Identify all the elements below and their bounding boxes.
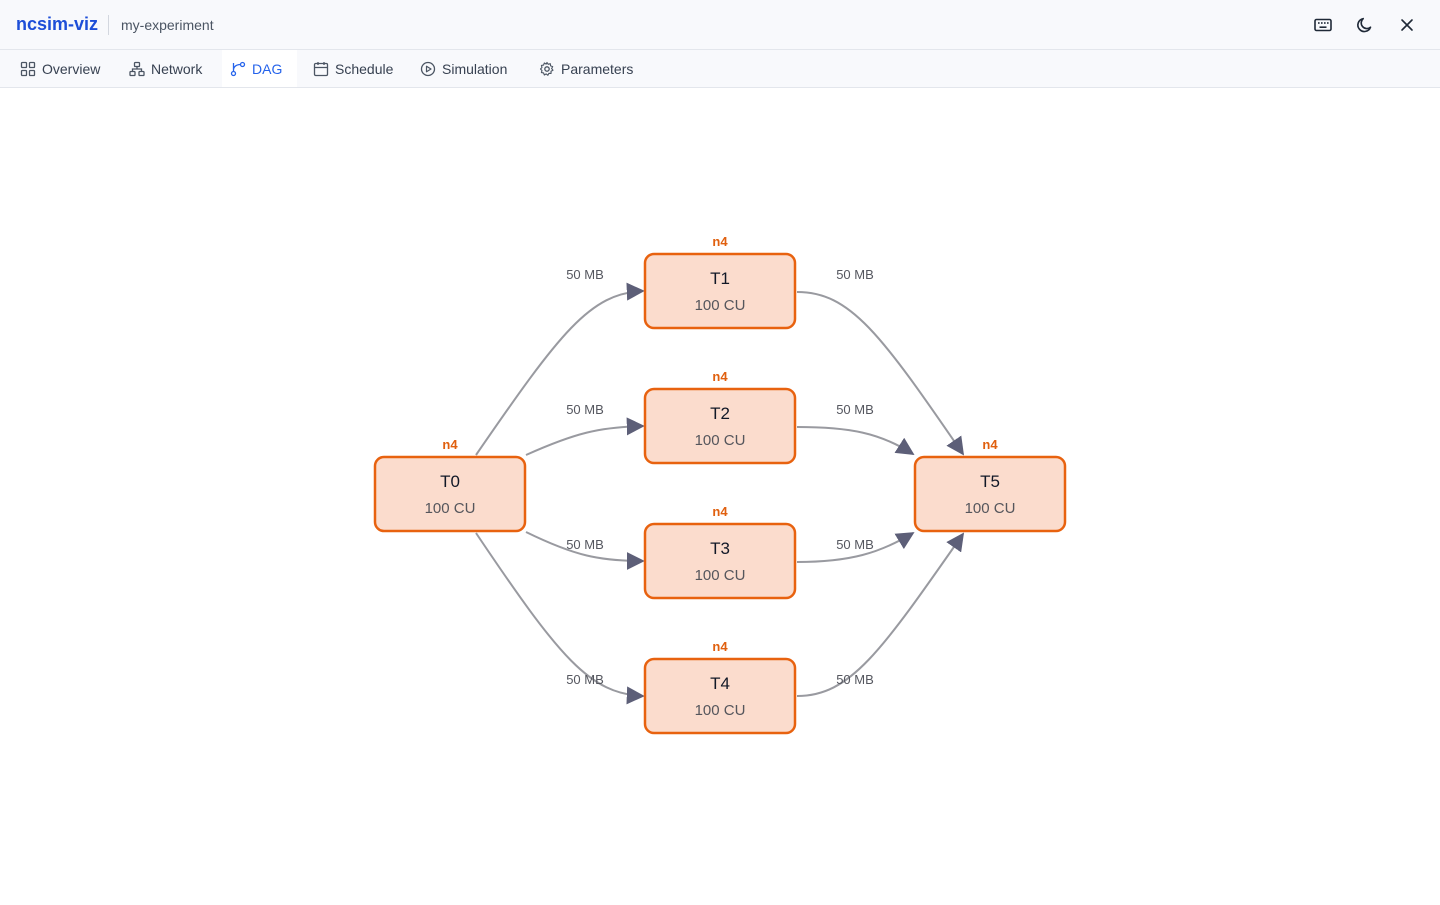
tab-schedule-label: Schedule — [335, 60, 394, 77]
close-icon — [1401, 19, 1413, 31]
edge-label: 50 MB — [836, 267, 874, 282]
header-divider — [108, 15, 109, 35]
dag-node-t1[interactable]: n4 T1 100 CU — [643, 234, 797, 330]
dag-edge-t0-t4[interactable] — [475, 532, 645, 705]
dag-node-t0[interactable]: n4 T0 100 CU — [373, 437, 527, 533]
node-cost: 100 CU — [695, 702, 746, 719]
node-name: T2 — [710, 404, 730, 423]
dag-edge-t0-t2[interactable] — [525, 417, 645, 456]
edge-label: 50 MB — [836, 402, 874, 417]
gear-icon — [539, 61, 554, 76]
tab-simulation[interactable]: Simulation — [412, 50, 515, 87]
edge-label: 50 MB — [566, 267, 604, 282]
node-box[interactable] — [643, 387, 797, 465]
project-name: my-experiment — [121, 17, 214, 33]
tab-overview-label: Overview — [42, 60, 101, 77]
node-name: T1 — [710, 269, 730, 288]
dag-edge-t2-t5[interactable] — [796, 426, 915, 455]
dag-node-t5[interactable]: n4 T5 100 CU — [913, 437, 1067, 533]
node-box[interactable] — [643, 522, 797, 600]
calendar-icon — [313, 61, 329, 76]
tab-dag-label: DAG — [252, 60, 283, 77]
node-host-label: n4 — [712, 504, 728, 519]
network-icon — [129, 61, 145, 76]
node-box[interactable] — [913, 455, 1067, 533]
node-host-label: n4 — [712, 639, 728, 654]
keyboard-icon — [1314, 18, 1332, 32]
tab-simulation-label: Simulation — [442, 60, 508, 77]
edge-label: 50 MB — [566, 537, 604, 552]
top-bar: ncsim-viz my-experiment — [0, 0, 1440, 50]
moon-icon — [1357, 17, 1372, 33]
tab-overview[interactable]: Overview — [12, 50, 108, 87]
node-cost: 100 CU — [965, 500, 1016, 517]
tab-dag[interactable]: DAG — [222, 50, 297, 87]
tab-network[interactable]: Network — [121, 50, 210, 87]
dag-graph[interactable]: 50 MB50 MB50 MB50 MB50 MB50 MB50 MB50 MB… — [0, 88, 1440, 900]
node-box[interactable] — [373, 455, 527, 533]
edge-label: 50 MB — [836, 537, 874, 552]
edge-label: 50 MB — [566, 402, 604, 417]
close-button[interactable] — [1393, 11, 1421, 39]
node-cost: 100 CU — [695, 432, 746, 449]
tab-schedule[interactable]: Schedule — [305, 50, 401, 87]
dag-edge-t1-t5[interactable] — [796, 291, 965, 456]
dag-node-t4[interactable]: n4 T4 100 CU — [643, 639, 797, 735]
node-host-label: n4 — [982, 437, 998, 452]
node-name: T3 — [710, 539, 730, 558]
node-host-label: n4 — [712, 369, 728, 384]
theme-toggle-button[interactable] — [1351, 11, 1379, 39]
edges-layer: 50 MB 50 MB 50 MB 50 MB 50 MB 50 MB 50 MB 50 MB — [475, 267, 965, 705]
dag-node-t2[interactable]: n4 T2 100 CU — [643, 369, 797, 465]
tab-parameters-label: Parameters — [561, 60, 634, 77]
dag-edge-t4-t5[interactable] — [796, 532, 965, 697]
tab-network-label: Network — [151, 60, 203, 77]
app-brand: ncsim-viz — [16, 14, 99, 34]
node-name: T0 — [440, 472, 460, 491]
node-box[interactable] — [643, 657, 797, 735]
edge-label: 50 MB — [836, 672, 874, 687]
dag-canvas[interactable]: 50 MB 50 MB 50 MB 50 MB 50 MB 50 MB 50 MB 50 MB… — [0, 88, 1440, 900]
node-cost: 100 CU — [425, 500, 476, 517]
branch-icon — [230, 61, 246, 76]
dag-node-t3[interactable]: n4 T3 100 CU — [643, 504, 797, 600]
keyboard-shortcuts-button[interactable] — [1309, 11, 1337, 39]
node-cost: 100 CU — [695, 297, 746, 314]
node-box[interactable] — [643, 252, 797, 330]
edge-label: 50 MB — [566, 672, 604, 687]
node-host-label: n4 — [442, 437, 458, 452]
tab-parameters[interactable]: Parameters — [531, 50, 641, 87]
play-circle-icon — [420, 61, 436, 76]
node-name: T4 — [710, 674, 730, 693]
nodes-layer: n4 T0 100 CU n4 T1 100 CU n4 T2 100 CU n4 T3 100 CU… — [373, 234, 1067, 735]
node-cost: 100 CU — [695, 567, 746, 584]
node-name: T5 — [980, 472, 1000, 491]
node-host-label: n4 — [712, 234, 728, 249]
dag-edge-t0-t1[interactable] — [475, 282, 645, 456]
tab-bar: Overview Network DAG Schedule Simulation — [0, 50, 1440, 88]
grid-icon — [20, 61, 36, 76]
